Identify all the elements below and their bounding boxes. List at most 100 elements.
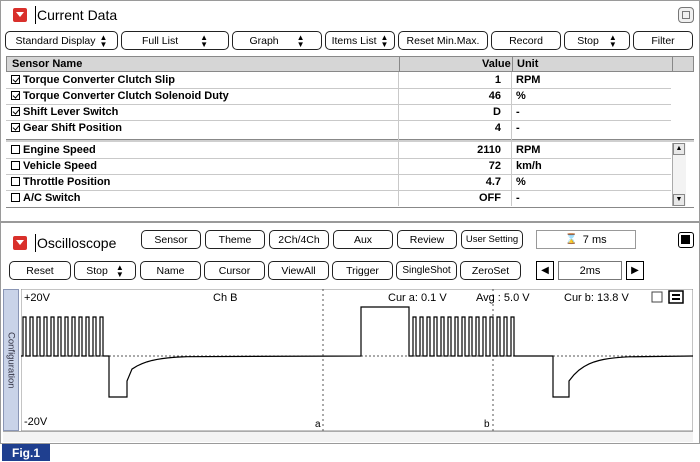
table-row[interactable]: Vehicle Speed 72 km/h: [6, 159, 671, 175]
time-div-decrease-icon[interactable]: ◀: [536, 261, 554, 280]
row-gridline: [6, 190, 671, 191]
checkbox[interactable]: [11, 75, 20, 84]
items-list-label: Items List: [331, 34, 377, 47]
checkbox[interactable]: [11, 107, 20, 116]
window-toggle-icon[interactable]: [678, 232, 694, 248]
checkbox[interactable]: [11, 161, 20, 170]
row-gridline: [6, 158, 671, 159]
cursor-b-readout: Cur b: 13.8 V: [564, 292, 629, 304]
reset-min-max-button[interactable]: Reset Min.Max.: [398, 31, 488, 50]
time-display-value: 7 ms: [582, 233, 607, 246]
cursor-button[interactable]: Cursor: [204, 261, 265, 280]
tab-review[interactable]: Review: [397, 230, 457, 249]
filter-button[interactable]: Filter: [633, 31, 693, 50]
row-gridline: [6, 174, 671, 175]
spinner-icon: ▲ ▼: [99, 32, 108, 49]
time-display: ⌛ 7 ms: [536, 230, 636, 249]
current-data-title: Current Data: [37, 7, 118, 23]
column-sensor-name: Sensor Name: [12, 58, 83, 70]
sensor-name: Gear Shift Position: [23, 122, 123, 134]
sensor-value: OFF: [479, 192, 501, 204]
tab-sensor[interactable]: Sensor: [141, 230, 201, 249]
sensor-value: 2110: [477, 144, 501, 156]
table-row[interactable]: Gear Shift Position 4 -: [6, 121, 671, 137]
checkbox[interactable]: [11, 193, 20, 202]
y-max-label: +20V: [24, 292, 51, 304]
display-checkbox: [651, 291, 663, 303]
row-gridline: [6, 88, 671, 89]
sensor-unit: RPM: [516, 144, 541, 156]
sensor-unit: %: [516, 90, 526, 102]
checkbox[interactable]: [11, 145, 20, 154]
graph-select[interactable]: Graph ▲ ▼: [232, 31, 322, 50]
checkbox[interactable]: [11, 91, 20, 100]
sensor-value: 46: [488, 90, 501, 102]
collapse-icon[interactable]: [13, 236, 27, 250]
sensor-unit: -: [516, 106, 520, 118]
tab-user-setting[interactable]: User Setting: [461, 230, 523, 249]
time-div-increase-icon[interactable]: ▶: [626, 261, 644, 280]
sensor-name: A/C Switch: [23, 192, 81, 204]
items-list-select[interactable]: Items List ▲ ▼: [325, 31, 395, 50]
spinner-icon: ▲ ▼: [115, 262, 124, 279]
collapse-icon[interactable]: [13, 8, 27, 22]
standard-display-select[interactable]: Standard Display ▲ ▼: [5, 31, 118, 50]
stop-select[interactable]: Stop ▲ ▼: [564, 31, 630, 50]
header-divider: [672, 57, 673, 71]
title-separator: [35, 234, 36, 252]
split-divider[interactable]: [6, 139, 694, 142]
table-scrollbar[interactable]: ▲ ▼: [672, 143, 686, 206]
spinner-icon: ▲ ▼: [380, 32, 389, 49]
table-row[interactable]: Torque Converter Clutch Slip 1 RPM: [6, 73, 671, 89]
table-row[interactable]: Torque Converter Clutch Solenoid Duty 46…: [6, 89, 671, 105]
single-shot-button[interactable]: SingleShot: [396, 261, 457, 280]
table-row[interactable]: A/C Switch OFF -: [6, 191, 671, 207]
trigger-button[interactable]: Trigger: [332, 261, 393, 280]
sensor-value: D: [493, 106, 501, 118]
sensor-name: Torque Converter Clutch Solenoid Duty: [23, 90, 229, 102]
zero-set-button[interactable]: ZeroSet: [460, 261, 521, 280]
split-view-icon-bar: [672, 298, 680, 300]
table-row[interactable]: Engine Speed 2110 RPM: [6, 143, 671, 159]
current-data-titlebar: Current Data: [1, 1, 699, 29]
sensor-value: 4: [494, 122, 501, 134]
oscilloscope-panel: Oscilloscope Sensor Theme 2Ch/4Ch Aux Re…: [0, 222, 700, 444]
table-row[interactable]: Throttle Position 4.7 %: [6, 175, 671, 191]
cursor-b-marker: b: [484, 419, 490, 430]
split-view-icon-bar: [672, 294, 680, 296]
header-divider: [512, 57, 513, 71]
scroll-up-icon[interactable]: ▲: [673, 143, 685, 155]
column-value: Value: [482, 58, 511, 70]
column-unit: Unit: [517, 58, 539, 70]
scroll-down-icon[interactable]: ▼: [673, 194, 685, 206]
full-list-select[interactable]: Full List ▲ ▼: [121, 31, 229, 50]
y-min-label: -20V: [24, 416, 48, 428]
waveform-display[interactable]: +20V -20V Ch B Cur a: 0.1 V Avg : 5.0 V …: [21, 289, 693, 431]
column-gridline: [398, 72, 399, 206]
reset-button[interactable]: Reset: [9, 261, 71, 280]
spinner-icon: ▲ ▼: [296, 32, 305, 49]
checkbox[interactable]: [11, 177, 20, 186]
spinner-icon: ▲ ▼: [200, 32, 209, 49]
tab-theme[interactable]: Theme: [205, 230, 265, 249]
record-button[interactable]: Record: [491, 31, 561, 50]
osc-stop-select[interactable]: Stop ▲ ▼: [74, 261, 136, 280]
checkbox[interactable]: [11, 123, 20, 132]
configuration-side-tab[interactable]: Configuration: [3, 289, 19, 431]
sensor-unit: -: [516, 122, 520, 134]
stop-label: Stop: [577, 34, 599, 47]
waveform-scrollbar[interactable]: [3, 431, 693, 442]
cursor-a-marker: a: [315, 419, 321, 430]
tab-channels[interactable]: 2Ch/4Ch: [269, 230, 329, 249]
name-button[interactable]: Name: [140, 261, 201, 280]
sensor-value: 1: [494, 74, 501, 86]
window-toggle-icon[interactable]: [678, 7, 694, 23]
table-header: Sensor Name Value Unit: [6, 56, 694, 72]
graph-label: Graph: [249, 34, 279, 47]
table-row[interactable]: Shift Lever Switch D -: [6, 105, 671, 121]
table-bottom-border: [6, 207, 694, 208]
view-all-button[interactable]: ViewAll: [268, 261, 329, 280]
tab-aux[interactable]: Aux: [333, 230, 393, 249]
sensor-value: 72: [488, 160, 501, 172]
spinner-icon: ▲ ▼: [608, 32, 617, 49]
